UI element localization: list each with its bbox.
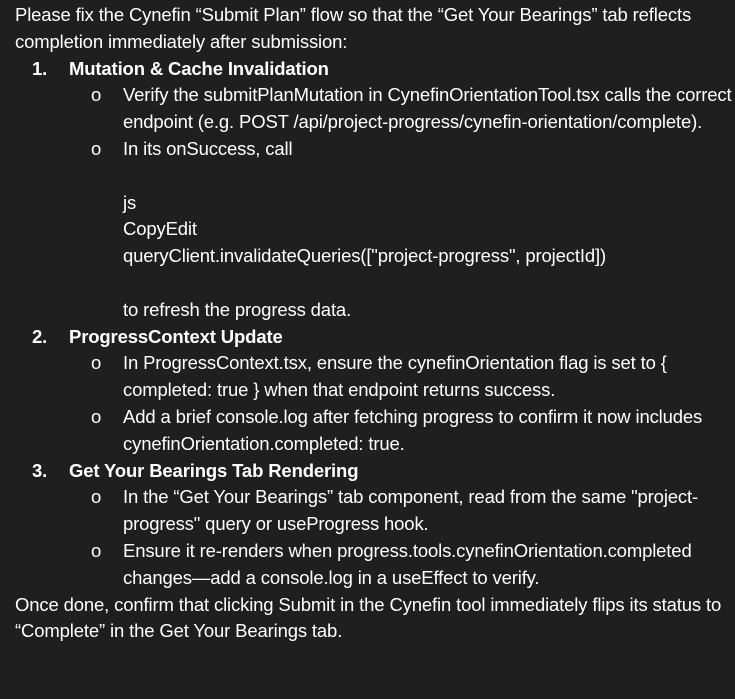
list-item: o Add a brief console.log after fetching…: [15, 404, 735, 458]
section-number: 3.: [32, 459, 48, 481]
message-document: Please fix the Cynefin “Submit Plan” flo…: [0, 0, 735, 699]
bullet-icon: o: [91, 352, 102, 374]
bullet-icon: o: [91, 405, 102, 427]
list-item: o In the “Get Your Bearings” tab compone…: [15, 484, 735, 538]
copy-edit-button[interactable]: CopyEdit: [123, 216, 735, 243]
section-mutation: 1. Mutation & Cache Invalidation: [15, 56, 735, 83]
section-progress-context: 2. ProgressContext Update: [15, 324, 735, 351]
section-heading: Mutation & Cache Invalidation: [69, 57, 329, 79]
section-heading: ProgressContext Update: [69, 325, 283, 347]
bullet-icon: o: [91, 137, 102, 159]
list-item: o In its onSuccess, call: [15, 136, 735, 163]
list-item: o Ensure it re-renders when progress.too…: [15, 538, 735, 592]
outro-paragraph: Once done, confirm that clicking Submit …: [15, 593, 722, 642]
bullet-icon: o: [91, 84, 102, 106]
list-item-text: In ProgressContext.tsx, ensure the cynef…: [123, 352, 667, 401]
list-item-text: Add a brief console.log after fetching p…: [123, 405, 703, 454]
bullet-icon: o: [91, 539, 102, 561]
section-heading: Get Your Bearings Tab Rendering: [69, 459, 359, 481]
code-line: queryClient.invalidateQueries(["project-…: [123, 245, 606, 267]
code-snippet: js CopyEdit queryClient.invalidateQuerie…: [15, 190, 735, 270]
section-number: 2.: [32, 325, 48, 347]
list-item-text: In its onSuccess, call: [123, 137, 293, 159]
section-tab-rendering: 3. Get Your Bearings Tab Rendering: [15, 458, 735, 485]
list-item: o In ProgressContext.tsx, ensure the cyn…: [15, 350, 735, 404]
list-item-text: Ensure it re-renders when progress.tools…: [123, 539, 692, 588]
bullet-icon: o: [91, 486, 102, 508]
list-item: o Verify the submitPlanMutation in Cynef…: [15, 82, 735, 136]
code-language-label: js: [123, 191, 137, 213]
list-item-text: In the “Get Your Bearings” tab component…: [123, 486, 699, 535]
list-item-text: Verify the submitPlanMutation in Cynefin…: [123, 84, 732, 133]
after-code-text: to refresh the progress data.: [123, 298, 352, 320]
section-number: 1.: [32, 57, 48, 79]
intro-paragraph: Please fix the Cynefin “Submit Plan” flo…: [15, 4, 692, 52]
